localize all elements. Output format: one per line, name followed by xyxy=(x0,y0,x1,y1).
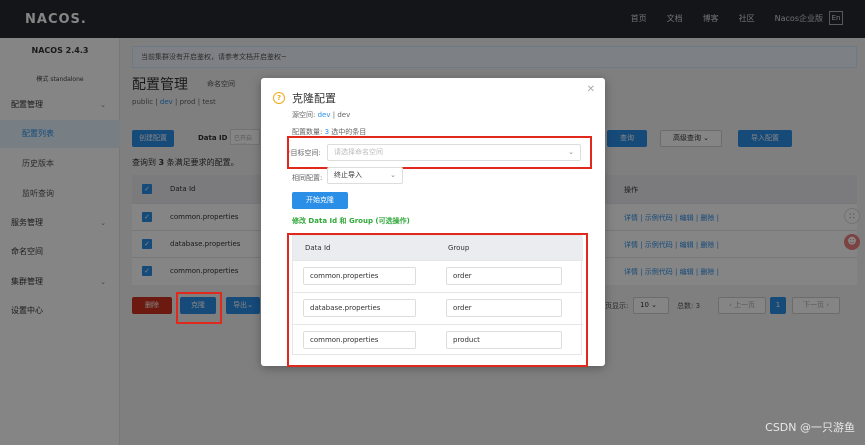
source-label: 源空间: xyxy=(292,111,316,119)
dialog-title: 克隆配置 xyxy=(292,92,336,105)
source-namespace-line: 源空间: dev | dev xyxy=(292,111,351,119)
highlight-box-table xyxy=(287,233,588,367)
same-config-value: 终止导入 xyxy=(334,171,362,179)
count-suffix: 选中的条目 xyxy=(331,128,367,136)
clone-config-dialog: ? 克隆配置 ✕ 源空间: dev | dev 配置数量: 3 选中的条目 *目… xyxy=(261,78,605,367)
source-ns-name: dev xyxy=(337,111,351,119)
watermark: CSDN @一只游鱼 xyxy=(765,421,855,434)
close-icon[interactable]: ✕ xyxy=(587,84,595,95)
question-icon: ? xyxy=(273,92,285,104)
modify-hint: 修改 Data Id 和 Group (可选操作) xyxy=(292,217,410,225)
highlight-box-target xyxy=(287,136,592,169)
count-label: 配置数量: xyxy=(292,128,323,136)
highlight-box-clone xyxy=(176,292,222,324)
chevron-down-icon: ⌄ xyxy=(390,171,396,179)
same-config-label: 相同配置: xyxy=(292,174,323,182)
count-value: 3 xyxy=(324,128,330,136)
same-config-select[interactable]: 终止导入 ⌄ xyxy=(327,167,403,184)
source-ns: dev xyxy=(317,111,331,119)
start-clone-button[interactable]: 开始克隆 xyxy=(292,192,348,209)
